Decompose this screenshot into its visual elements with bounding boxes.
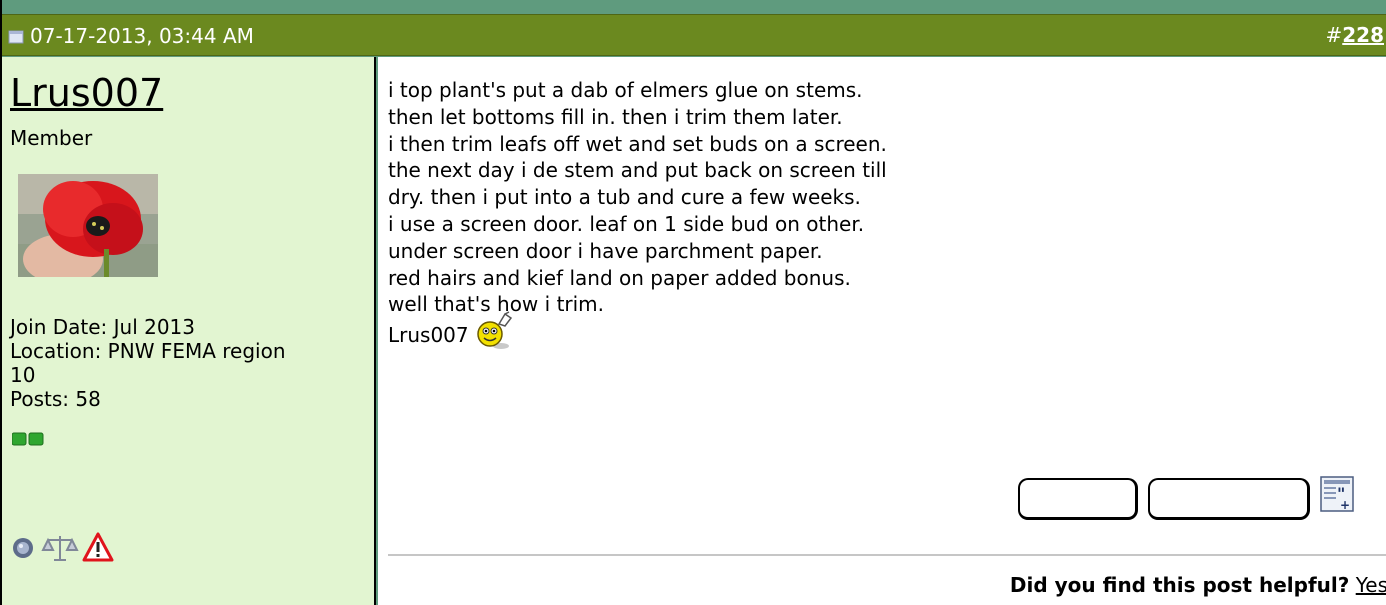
post-status-icon <box>8 30 24 44</box>
scales-icon[interactable] <box>41 536 79 561</box>
user-icons <box>10 530 130 564</box>
signature-line: Lrus007 <box>388 311 1108 352</box>
svg-text:+: + <box>1340 498 1350 512</box>
username-link[interactable]: Lrus007 <box>10 71 163 115</box>
avatar-image <box>18 174 158 277</box>
message-line: the next day i de stem and put back on s… <box>388 158 887 183</box>
helpful-prompt: Did you find this post helpful? Yes <box>1010 573 1386 597</box>
location-continued: 10 <box>10 363 36 387</box>
message-line: under screen door i have parchment paper… <box>388 238 823 263</box>
post-count: Posts: 58 <box>10 387 101 411</box>
quick-reply-button[interactable]: Quick Reply <box>1148 478 1310 520</box>
post-number-hash: # <box>1325 23 1343 47</box>
helpful-yes-link[interactable]: Yes <box>1356 573 1386 597</box>
reputation-icon <box>12 432 44 446</box>
helpful-question: Did you find this post helpful? <box>1009 573 1350 597</box>
divider <box>388 554 1386 556</box>
post-number: #228 <box>1325 23 1384 47</box>
user-details: Join Date: Jul 2013 Location: PNW FEMA r… <box>10 315 370 411</box>
warning-icon[interactable] <box>82 532 114 562</box>
multi-quote-icon[interactable]: " + <box>1319 475 1355 513</box>
quote-button[interactable]: Quote <box>1018 478 1138 520</box>
message-line: red hairs and kief land on paper added b… <box>388 265 851 290</box>
avatar[interactable] <box>18 174 158 277</box>
post-number-link[interactable]: 228 <box>1342 23 1384 47</box>
message-line: i top plant's put a dab of elmers glue o… <box>388 78 863 102</box>
location: Location: PNW FEMA region <box>10 339 286 363</box>
post-header: 07-17-2013, 03:44 AM #228 <box>2 14 1386 56</box>
post-message: i top plant's put a dab of elmers glue o… <box>388 77 1108 352</box>
message-line: i use a screen door. leaf on 1 side bud … <box>388 211 865 236</box>
message-column: i top plant's put a dab of elmers glue o… <box>378 57 1386 605</box>
message-line: i then trim leafs off wet and set buds o… <box>388 131 887 156</box>
post-date: 07-17-2013, 03:44 AM <box>30 24 254 48</box>
message-line: then let bottoms fill in. then i trim th… <box>388 104 843 129</box>
join-date: Join Date: Jul 2013 <box>10 315 196 339</box>
waving-smiley-icon <box>476 311 512 350</box>
user-title: Member <box>10 126 93 150</box>
user-info-column: Lrus007 Member Join Date: Jul 2013 Locat… <box>2 57 376 605</box>
signature-name: Lrus007 <box>388 322 469 347</box>
message-line: dry. then i put into a tub and cure a fe… <box>388 185 861 210</box>
offline-status-icon <box>13 538 33 558</box>
forum-post: 07-17-2013, 03:44 AM #228 Lrus007 Member <box>0 0 1386 605</box>
